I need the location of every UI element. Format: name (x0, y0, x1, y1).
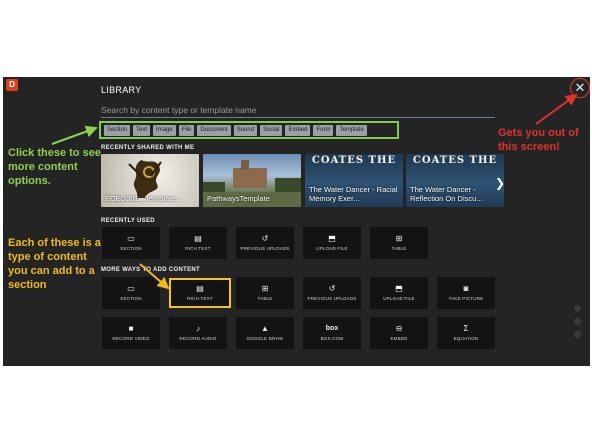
tile-previous-uploads[interactable]: ↺ PREVIOUS UPLOADS (236, 227, 294, 259)
card-caption: PathwaysTemplate (207, 194, 270, 203)
sigma-icon: Σ (463, 324, 469, 333)
side-toolbar-button[interactable] (574, 305, 581, 312)
table-icon: ⊞ (261, 284, 269, 293)
google-drive-icon: ▲ (261, 324, 269, 333)
document-icon: ▤ (194, 234, 202, 243)
shared-template-card[interactable]: PathwaysTemplate (203, 154, 301, 207)
filter-chip-sound[interactable]: Sound (233, 124, 258, 136)
tile-rich-text[interactable]: ▤ RICH TEXT (169, 227, 227, 259)
side-toolbar-button[interactable] (574, 331, 581, 338)
history-icon: ↺ (328, 284, 336, 293)
recently-shared-heading: RECENTLY SHARED WITH ME (101, 145, 195, 151)
history-icon: ↺ (261, 234, 269, 243)
shared-template-card[interactable]: COATES THE The Water Dancer - Reflection… (406, 154, 504, 207)
side-toolbar (574, 305, 584, 351)
filter-chip-file[interactable]: File (178, 124, 195, 136)
tile-google-drive[interactable]: ▲ GOOGLE DRIVE (236, 317, 294, 349)
close-icon: ✕ (574, 80, 586, 95)
shared-template-card[interactable]: ECEG301 _Template... (101, 154, 199, 207)
tile-table[interactable]: ⊞ TABLE (236, 277, 294, 309)
upload-icon: ⬒ (328, 234, 336, 243)
annotation-filters: Click these to see more content options. (8, 147, 101, 187)
tile-table[interactable]: ⊞ TABLE (370, 227, 428, 259)
search-input[interactable] (101, 102, 495, 118)
tile-box-com[interactable]: box BOX.COM (303, 317, 361, 349)
tile-upload-file[interactable]: ⬒ UPLOAD FILE (370, 277, 428, 309)
tile-section[interactable]: ▭ SECTION (102, 277, 160, 309)
section-icon: ▭ (127, 284, 135, 293)
brand-logo-icon: D (6, 79, 18, 91)
content-type-filters: Section Text Image File Document Sound S… (99, 121, 399, 139)
tile-embed[interactable]: ⊖ EMBED (370, 317, 428, 349)
side-toolbar-button[interactable] (574, 318, 581, 325)
box-icon: box (325, 325, 339, 332)
tile-section[interactable]: ▭ SECTION (102, 227, 160, 259)
chevron-right-icon: ❯ (495, 176, 506, 190)
tile-upload-file[interactable]: ⬒ UPLOAD FILE (303, 227, 361, 259)
book-cover-title: COATES THE (412, 155, 498, 166)
link-icon: ⊖ (395, 324, 403, 333)
tile-equation[interactable]: Σ EQUATION (437, 317, 495, 349)
rich-text-highlight (169, 278, 231, 308)
camera-icon: ◙ (463, 284, 469, 293)
filter-chip-form[interactable]: Form (313, 124, 334, 136)
annotation-content-tiles: Each of these is a type of content you c… (8, 237, 101, 291)
more-ways-heading: MORE WAYS TO ADD CONTENT (101, 267, 200, 273)
filter-chip-section[interactable]: Section (104, 124, 131, 136)
card-caption: The Water Dancer - Reflection On Discu..… (410, 185, 483, 203)
shared-template-card[interactable]: COATES THE The Water Dancer - Racial Mem… (305, 154, 403, 207)
filter-chip-template[interactable]: Template (336, 124, 367, 136)
library-screen: D LIBRARY ✕ Section Text Image File Docu… (3, 77, 590, 366)
tile-record-video[interactable]: ■ RECORD VIDEO (102, 317, 160, 349)
recently-used-heading: RECENTLY USED (101, 218, 155, 224)
carousel-next-button[interactable]: ❯ (495, 176, 505, 190)
filter-chip-embed[interactable]: Embed (285, 124, 311, 136)
card-caption: ECEG301 _Template... (105, 194, 182, 203)
card-caption: The Water Dancer - Racial Memory Exer... (309, 185, 398, 203)
upload-icon: ⬒ (395, 284, 403, 293)
video-icon: ■ (128, 324, 134, 333)
table-icon: ⊞ (395, 234, 403, 243)
filter-chip-text[interactable]: Text (133, 124, 151, 136)
section-icon: ▭ (127, 234, 135, 243)
tile-take-picture[interactable]: ◙ TAKE PICTURE (437, 277, 495, 309)
tile-previous-uploads[interactable]: ↺ PREVIOUS UPLOADS (303, 277, 361, 309)
library-title: LIBRARY (101, 85, 142, 95)
tile-record-audio[interactable]: ♪ RECORD AUDIO (169, 317, 227, 349)
microphone-icon: ♪ (196, 324, 200, 333)
book-cover-title: COATES THE (311, 155, 397, 166)
annotation-close: Gets you out of this screen! (498, 127, 579, 153)
filter-chip-document[interactable]: Document (197, 124, 231, 136)
filter-chip-image[interactable]: Image (153, 124, 176, 136)
filter-chip-social[interactable]: Social (260, 124, 283, 136)
close-button[interactable]: ✕ (573, 81, 587, 95)
